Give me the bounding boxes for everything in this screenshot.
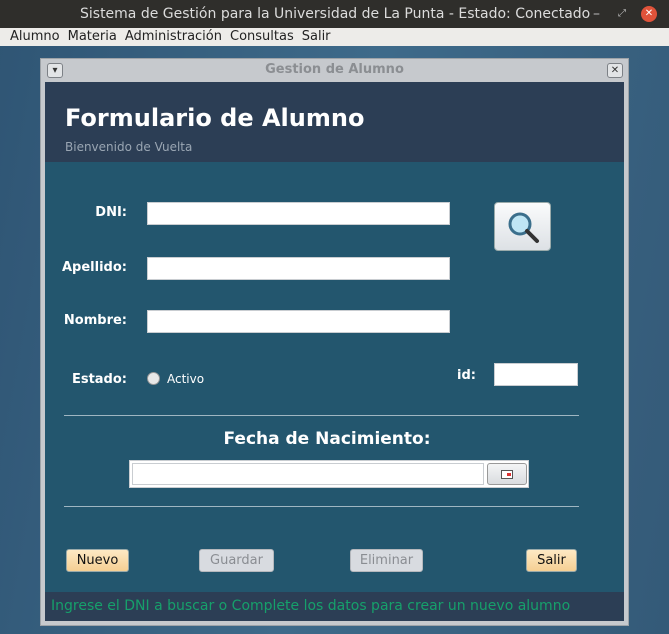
menu-materia[interactable]: Materia (68, 29, 117, 44)
dni-input[interactable] (147, 202, 450, 225)
window-titlebar: Sistema de Gestión para la Universidad d… (0, 0, 669, 28)
id-label: id: (457, 368, 476, 383)
frame-menu-icon[interactable]: ▾ (47, 63, 63, 78)
minimize-icon[interactable]: – (593, 0, 600, 28)
menu-administracion[interactable]: Administración (125, 29, 222, 44)
window-title: Sistema de Gestión para la Universidad d… (80, 6, 591, 22)
nombre-input[interactable] (147, 310, 450, 333)
apellido-input[interactable] (147, 257, 450, 280)
page-subtitle: Bienvenido de Vuelta (65, 140, 193, 154)
menu-consultas[interactable]: Consultas (230, 29, 294, 44)
header: Formulario de Alumno Bienvenido de Vuelt… (45, 82, 624, 162)
menu-salir[interactable]: Salir (302, 29, 331, 44)
fecha-input[interactable] (132, 463, 484, 485)
activo-label: Activo (167, 372, 205, 386)
guardar-button[interactable]: Guardar (199, 549, 274, 572)
search-button[interactable] (494, 202, 551, 251)
calendar-button[interactable] (487, 463, 527, 485)
divider (64, 506, 579, 507)
eliminar-button[interactable]: Eliminar (350, 549, 423, 572)
estado-label: Estado: (71, 372, 127, 387)
salir-button[interactable]: Salir (526, 549, 577, 572)
status-message: Ingrese el DNI a buscar o Complete los d… (45, 592, 624, 621)
apellido-label: Apellido: (62, 260, 127, 275)
id-input[interactable] (494, 363, 578, 386)
internal-frame: Gestion de Alumno ▾ ✕ Formulario de Alum… (40, 58, 629, 626)
date-chooser (129, 460, 529, 488)
menubar: Alumno Materia Administración Consultas Sali… (0, 28, 669, 46)
menu-alumno[interactable]: Alumno (10, 29, 60, 44)
close-icon[interactable]: ✕ (641, 6, 657, 22)
divider (64, 415, 579, 416)
dni-label: DNI: (95, 205, 127, 220)
maximize-icon[interactable]: ⤢ (618, 0, 626, 28)
fecha-label: Fecha de Nacimiento: (223, 429, 431, 449)
calendar-icon (501, 470, 513, 479)
page-title: Formulario de Alumno (65, 104, 365, 132)
nuevo-button[interactable]: Nuevo (66, 549, 129, 572)
nombre-label: Nombre: (63, 313, 127, 328)
search-icon (508, 212, 539, 243)
activo-radio[interactable] (147, 372, 160, 385)
form-panel: Formulario de Alumno Bienvenido de Vuelt… (45, 82, 624, 621)
frame-close-icon[interactable]: ✕ (607, 63, 623, 78)
frame-title: Gestion de Alumno (265, 62, 404, 77)
